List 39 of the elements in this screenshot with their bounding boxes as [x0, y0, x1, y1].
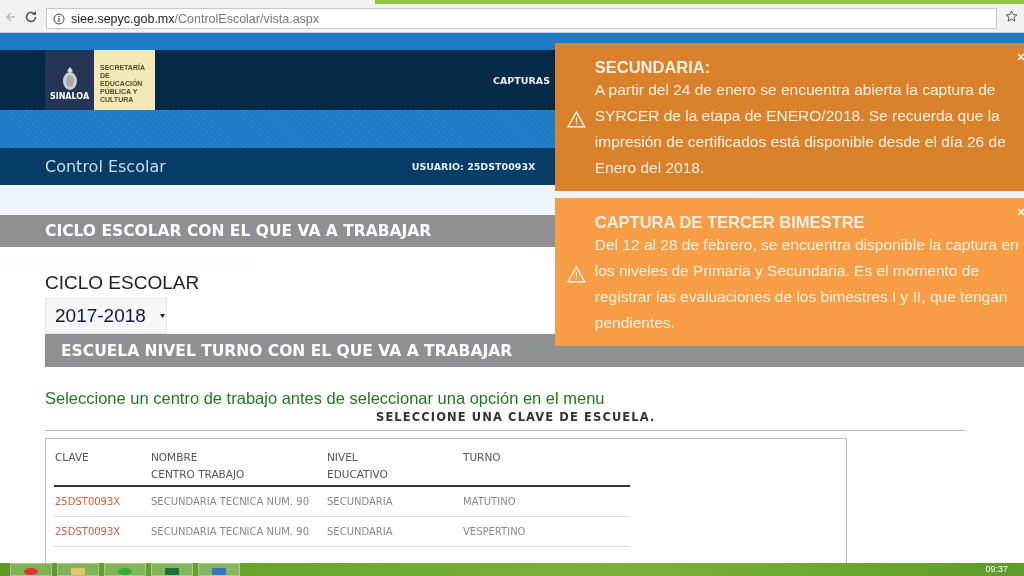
school-code-link[interactable]: 25DST0093X — [54, 526, 150, 537]
instruction-text: Seleccione un centro de trabajo antes de seleccionar una opción en el menu — [45, 389, 606, 408]
warning-icon — [567, 265, 586, 283]
taskbar-button[interactable] — [57, 563, 99, 576]
app-title: Control Escolar — [45, 157, 166, 176]
logo: SINALOA — [45, 50, 94, 110]
notification-text: A partir del 24 de enero se encuentra abierta la captura de SYRCER de la etapa de ENERO/2018. Se recuerda que la impresión de certificados está disponible desde el día 26 de Enero del 2018. — [594, 80, 1007, 178]
nav-link[interactable]: CAPTURAS — [493, 74, 550, 86]
clock: 09:37 — [985, 564, 1008, 574]
taskbar-button[interactable] — [104, 563, 146, 576]
close-icon[interactable] — [1018, 53, 1024, 61]
address-field[interactable]: siee.sepyc.gob.mx/ControlEscolar/vista.aspx — [46, 8, 997, 29]
table-cell-text: MATUTINO — [462, 496, 517, 507]
user-label: USUARIO: 25DST0093X — [411, 161, 536, 172]
close-icon[interactable] — [1018, 208, 1024, 216]
cycle-select[interactable]: 2017-2018 — [45, 298, 167, 334]
column-header: NOMBRE CENTRO TRABAJO — [150, 450, 246, 482]
info-icon[interactable] — [53, 12, 65, 25]
reload-icon[interactable] — [24, 9, 38, 24]
column-header: TURNO — [462, 450, 502, 465]
table-caption: SELECCIONE UNA CLAVE DE ESCUELA. — [376, 410, 657, 424]
table-cell-text: VESPERTINO — [462, 526, 527, 537]
notification-title: CAPTURA DE TERCER BIMESTRE — [594, 212, 866, 232]
table-cell-text: SECUNDARIA TECNICA NUM. 90 — [150, 496, 311, 507]
taskbar-button[interactable] — [198, 563, 240, 576]
column-header: NIVEL EDUCATIVO — [326, 450, 389, 482]
dropdown-caret-icon — [159, 314, 165, 318]
notification-title: SECUNDARIA: — [594, 57, 712, 77]
table-cell-text: SECUNDARIA — [326, 496, 394, 507]
table-cell-text: SECUNDARIA TECNICA NUM. 90 — [150, 526, 311, 537]
taskbar-button[interactable] — [151, 563, 193, 576]
star-icon[interactable] — [1005, 10, 1018, 23]
column-header: CLAVE — [54, 450, 90, 465]
school-code-link[interactable]: 25DST0093X — [54, 496, 150, 507]
field-label: CICLO ESCOLAR — [45, 272, 200, 294]
warning-icon — [567, 110, 586, 128]
taskbar-button[interactable] — [10, 563, 52, 576]
back-icon[interactable] — [6, 10, 16, 23]
table-cell-text: SECUNDARIA — [326, 526, 394, 537]
